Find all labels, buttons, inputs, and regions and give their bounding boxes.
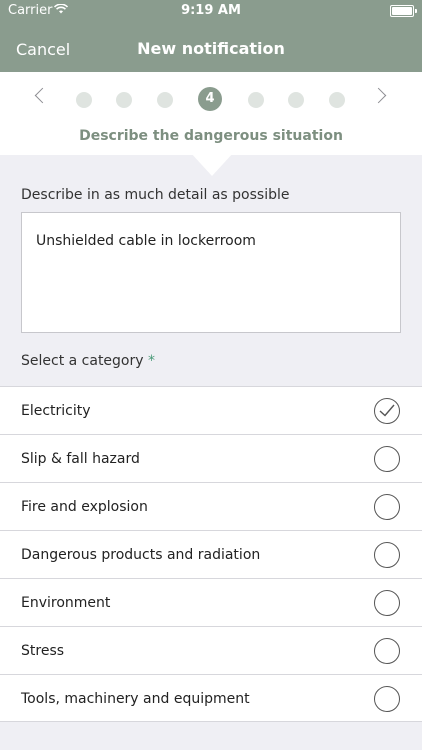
step-dot-3[interactable] xyxy=(157,92,173,108)
step-dot-current[interactable]: 4 xyxy=(198,87,222,111)
step-dot-5[interactable] xyxy=(248,92,264,108)
category-row[interactable]: Stress xyxy=(0,626,422,674)
category-row[interactable]: Slip & fall hazard xyxy=(0,434,422,482)
chevron-right-icon[interactable] xyxy=(370,87,387,104)
category-row[interactable]: Electricity xyxy=(0,386,422,434)
step-dot-2[interactable] xyxy=(116,92,132,108)
category-row-label: Tools, machinery and equipment xyxy=(21,691,250,707)
step-label: Describe the dangerous situation xyxy=(79,128,343,144)
category-row[interactable]: Fire and explosion xyxy=(0,482,422,530)
category-row-label: Stress xyxy=(21,643,65,659)
category-list: Electricity Slip & fall hazard Fire and … xyxy=(0,386,422,722)
category-row-label: Slip & fall hazard xyxy=(21,451,140,467)
radio-circle-icon[interactable] xyxy=(374,638,400,664)
category-label: Select a category * xyxy=(21,353,155,369)
battery-icon xyxy=(390,5,417,17)
status-bar: Carrier 9:19 AM xyxy=(0,0,422,22)
status-time: 9:19 AM xyxy=(181,3,241,18)
step-dot-7[interactable] xyxy=(329,92,345,108)
chevron-left-icon[interactable] xyxy=(34,87,51,104)
step-dot-1[interactable] xyxy=(76,92,92,108)
step-pointer xyxy=(190,152,234,176)
category-row-label: Fire and explosion xyxy=(21,499,148,515)
description-label: Describe in as much detail as possible xyxy=(21,187,290,203)
required-mark: * xyxy=(148,353,155,369)
radio-circle-icon[interactable] xyxy=(374,686,400,712)
radio-circle-icon[interactable] xyxy=(374,590,400,616)
checkmark-icon[interactable] xyxy=(374,398,400,424)
step-dot-6[interactable] xyxy=(288,92,304,108)
nav-header: Carrier 9:19 AM Cancel New notification xyxy=(0,0,422,72)
category-row[interactable]: Dangerous products and radiation xyxy=(0,530,422,578)
category-row-label: Environment xyxy=(21,595,111,611)
radio-circle-icon[interactable] xyxy=(374,446,400,472)
page-title: New notification xyxy=(137,39,285,58)
category-row[interactable]: Tools, machinery and equipment xyxy=(0,674,422,722)
category-row-label: Electricity xyxy=(21,403,91,419)
description-input[interactable]: Unshielded cable in lockerroom xyxy=(21,212,401,333)
radio-circle-icon[interactable] xyxy=(374,494,400,520)
radio-circle-icon[interactable] xyxy=(374,542,400,568)
category-label-text: Select a category xyxy=(21,353,144,369)
category-row-label: Dangerous products and radiation xyxy=(21,547,261,563)
step-indicator: 4 Describe the dangerous situation xyxy=(0,72,422,155)
category-row[interactable]: Environment xyxy=(0,578,422,626)
bottom-spacer xyxy=(0,734,422,750)
